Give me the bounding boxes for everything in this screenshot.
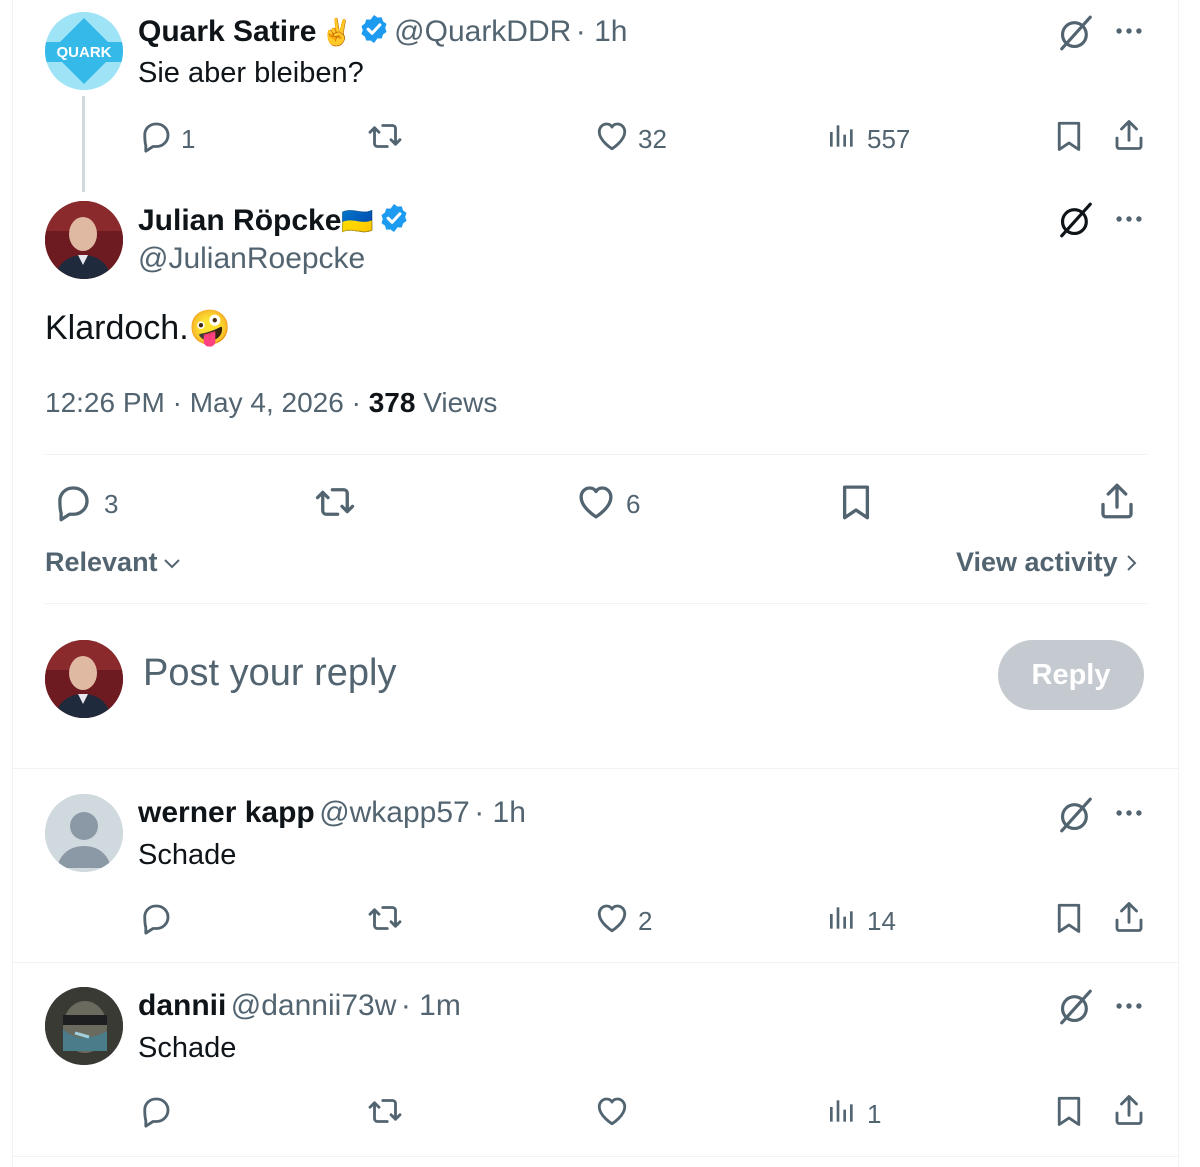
views-icon[interactable] xyxy=(826,902,858,934)
reply-header: werner kapp @wkapp57 · 1h xyxy=(138,796,526,830)
quoted-tweet-header: Quark Satire ✌️ @QuarkDDR · 1h xyxy=(138,13,627,50)
bookmark-icon[interactable] xyxy=(835,481,877,523)
tweet-time[interactable]: · 1h xyxy=(576,15,628,48)
share-icon[interactable] xyxy=(1111,117,1147,153)
views-number: 378 xyxy=(368,387,416,418)
reply-icon[interactable] xyxy=(52,481,94,523)
verified-icon xyxy=(358,13,390,50)
profile-photo xyxy=(45,987,123,1065)
julian-avatar[interactable] xyxy=(45,201,123,279)
svg-text:QUARK: QUARK xyxy=(57,44,112,61)
bookmark-icon[interactable] xyxy=(1051,1093,1087,1129)
grok-icon[interactable] xyxy=(1057,796,1095,834)
sort-dropdown[interactable]: Relevant xyxy=(45,547,182,578)
zany-face-emoji: 🤪 xyxy=(188,309,231,347)
retweet-icon[interactable] xyxy=(366,900,404,936)
thread-connector-line xyxy=(82,96,85,192)
author-handle[interactable]: @dannii73w xyxy=(231,989,397,1022)
view-activity-label: View activity xyxy=(956,547,1118,577)
share-icon[interactable] xyxy=(1111,899,1147,935)
share-icon[interactable] xyxy=(1111,1092,1147,1128)
divider xyxy=(45,454,1147,455)
bookmark-icon[interactable] xyxy=(1051,900,1087,936)
grok-icon[interactable] xyxy=(1057,988,1095,1026)
like-icon[interactable] xyxy=(594,1093,630,1129)
views-count: 14 xyxy=(867,906,896,936)
profile-photo xyxy=(45,640,123,718)
like-icon[interactable] xyxy=(594,900,630,936)
sort-label: Relevant xyxy=(45,547,158,577)
tweet-body: Klardoch. xyxy=(45,309,189,347)
bookmark-icon[interactable] xyxy=(1051,118,1087,154)
main-tweet-text: Klardoch.🤪 xyxy=(45,308,231,348)
reply-button[interactable]: Reply xyxy=(998,640,1144,710)
retweet-icon[interactable] xyxy=(366,1093,404,1129)
author-emoji: ✌️ xyxy=(320,17,354,47)
tweet-timestamp[interactable]: 12:26 PM · May 4, 2026 · xyxy=(45,387,361,418)
quark-avatar[interactable]: QUARK xyxy=(45,12,123,90)
grok-icon[interactable] xyxy=(1057,201,1095,239)
composer-avatar[interactable] xyxy=(45,640,123,718)
more-icon[interactable] xyxy=(1112,14,1146,48)
reply-count: 3 xyxy=(104,489,119,519)
profile-photo xyxy=(45,201,123,279)
reply-icon[interactable] xyxy=(138,118,174,154)
author-name[interactable]: Quark Satire xyxy=(138,15,316,48)
reply-count: 1 xyxy=(181,124,196,154)
retweet-icon[interactable] xyxy=(366,118,404,154)
author-handle[interactable]: @wkapp57 xyxy=(319,796,470,829)
divider xyxy=(12,768,1179,769)
tweet-time[interactable]: · 1h xyxy=(474,796,526,829)
more-icon[interactable] xyxy=(1112,202,1146,236)
person-icon xyxy=(45,794,123,872)
views-icon[interactable] xyxy=(826,120,858,152)
reply-header: dannii @dannii73w · 1m xyxy=(138,989,461,1023)
reply-text: Schade xyxy=(138,839,237,871)
dannii-avatar[interactable] xyxy=(45,987,123,1065)
views-count: 1 xyxy=(867,1099,882,1129)
author-name[interactable]: werner kapp xyxy=(138,796,315,829)
chevron-down-icon xyxy=(162,553,182,573)
reply-input[interactable]: Post your reply xyxy=(143,652,396,695)
retweet-icon[interactable] xyxy=(312,481,358,523)
grok-icon[interactable] xyxy=(1057,14,1095,52)
author-name[interactable]: dannii xyxy=(138,989,226,1022)
views-label: Views xyxy=(423,387,498,418)
more-icon[interactable] xyxy=(1112,796,1146,830)
views-icon[interactable] xyxy=(826,1095,858,1127)
quoted-tweet-text: Sie aber bleiben? xyxy=(138,57,364,89)
reply-icon[interactable] xyxy=(138,900,174,936)
quark-logo: QUARK xyxy=(45,12,123,90)
author-name[interactable]: Julian Röpcke xyxy=(138,204,341,237)
default-avatar[interactable] xyxy=(45,794,123,872)
like-icon[interactable] xyxy=(594,118,630,154)
divider xyxy=(45,603,1147,604)
reply-icon[interactable] xyxy=(138,1093,174,1129)
like-count: 32 xyxy=(638,124,667,154)
view-activity-link[interactable]: View activity xyxy=(956,547,1140,578)
tweet-meta: 12:26 PM · May 4, 2026 · 378 Views xyxy=(45,387,497,419)
flag-emoji: 🇺🇦 xyxy=(341,206,374,236)
like-icon[interactable] xyxy=(575,481,617,523)
author-handle[interactable]: @JulianRoepcke xyxy=(138,242,365,276)
like-count: 2 xyxy=(638,906,653,936)
verified-icon xyxy=(378,202,410,239)
author-handle[interactable]: @QuarkDDR xyxy=(394,15,571,48)
share-icon[interactable] xyxy=(1096,480,1138,522)
divider xyxy=(12,962,1179,963)
divider xyxy=(12,1156,1179,1157)
main-tweet-header: Julian Röpcke🇺🇦 xyxy=(138,202,410,239)
tweet-time[interactable]: · 1m xyxy=(401,989,461,1022)
chevron-right-icon xyxy=(1122,552,1140,574)
reply-text: Schade xyxy=(138,1032,237,1064)
like-count: 6 xyxy=(626,489,641,519)
views-count: 557 xyxy=(867,124,911,154)
more-icon[interactable] xyxy=(1112,989,1146,1023)
